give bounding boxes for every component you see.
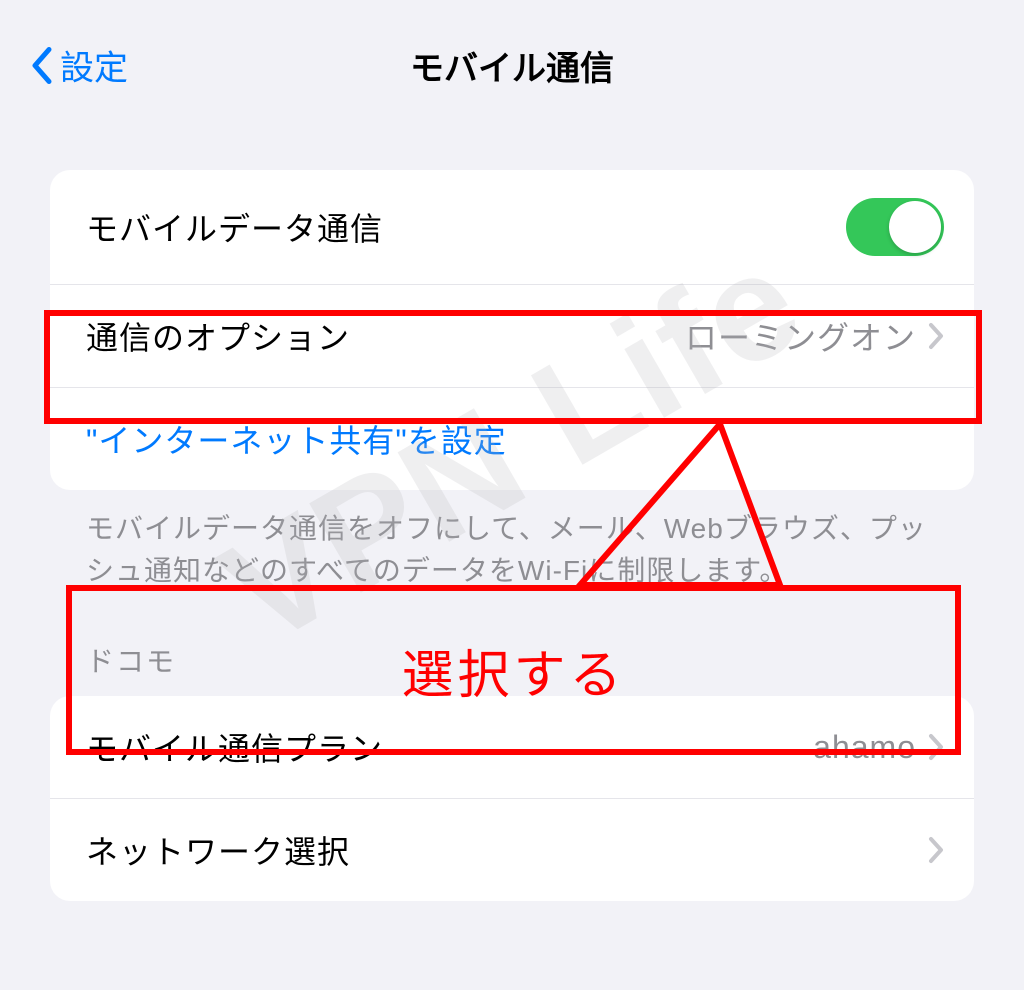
row-right: ローミングオン bbox=[685, 313, 944, 359]
section-header-carrier: ドコモ bbox=[50, 640, 974, 690]
back-button[interactable]: 設定 bbox=[30, 41, 128, 90]
hotspot-setup-row[interactable]: "インターネット共有"を設定 bbox=[50, 387, 974, 490]
back-label: 設定 bbox=[60, 41, 128, 90]
group-footer-text: モバイルデータ通信をオフにして、メール、Webブラウズ、プッシュ通知などのすべて… bbox=[50, 508, 974, 592]
mobile-plan-row[interactable]: モバイル通信プラン ahamo bbox=[50, 696, 974, 798]
communication-options-row[interactable]: 通信のオプション ローミングオン bbox=[50, 284, 974, 387]
row-right: ahamo bbox=[813, 729, 944, 766]
network-select-row[interactable]: ネットワーク選択 bbox=[50, 798, 974, 901]
settings-group-2: モバイル通信プラン ahamo ネットワーク選択 bbox=[50, 696, 974, 901]
mobile-plan-value: ahamo bbox=[813, 729, 916, 766]
mobile-plan-label: モバイル通信プラン bbox=[86, 724, 813, 770]
row-right bbox=[928, 836, 944, 864]
network-select-label: ネットワーク選択 bbox=[86, 827, 928, 873]
hotspot-setup-label: "インターネット共有"を設定 bbox=[86, 416, 944, 462]
communication-options-label: 通信のオプション bbox=[86, 313, 685, 359]
chevron-left-icon bbox=[30, 46, 52, 84]
chevron-right-icon bbox=[928, 733, 944, 761]
chevron-right-icon bbox=[928, 836, 944, 864]
chevron-right-icon bbox=[928, 322, 944, 350]
toggle-knob bbox=[889, 201, 941, 253]
mobile-data-toggle[interactable] bbox=[846, 198, 944, 256]
communication-options-value: ローミングオン bbox=[685, 313, 916, 359]
page-title: モバイル通信 bbox=[20, 41, 1004, 90]
mobile-data-label: モバイルデータ通信 bbox=[86, 204, 846, 250]
mobile-data-row[interactable]: モバイルデータ通信 bbox=[50, 170, 974, 284]
settings-group-1: モバイルデータ通信 通信のオプション ローミングオン "インターネット共有"を設… bbox=[50, 170, 974, 490]
nav-bar: 設定 モバイル通信 bbox=[0, 0, 1024, 130]
